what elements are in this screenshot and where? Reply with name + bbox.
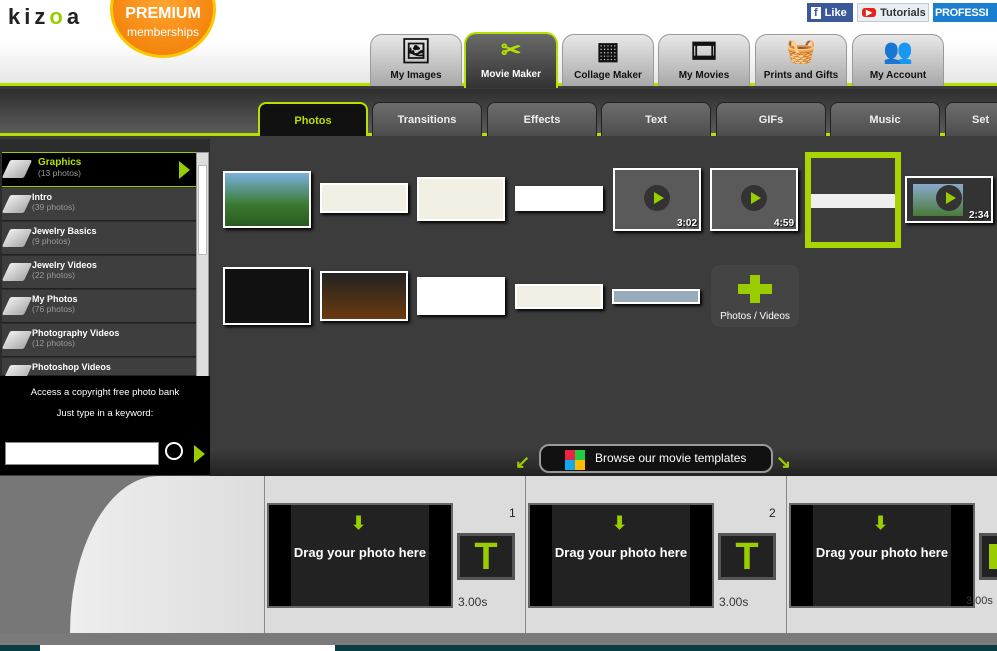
photo-thumbnail[interactable] — [515, 186, 603, 211]
slot-duration[interactable]: 3.00s — [966, 595, 993, 607]
premium-badge[interactable]: PREMIUM memberships — [110, 0, 216, 58]
tab-prints-and-gifts[interactable]: 🧺 Prints and Gifts — [755, 34, 847, 86]
search-icon[interactable] — [165, 442, 183, 460]
facebook-like-button[interactable]: f Like — [807, 3, 853, 22]
play-icon — [644, 184, 670, 211]
video-thumbnail[interactable]: 4:59 — [710, 168, 798, 231]
tab-movie-maker[interactable]: ✂ Movie Maker — [464, 32, 558, 88]
text-t-icon — [989, 544, 997, 569]
photo-thumbnail[interactable] — [320, 183, 408, 213]
tab-text[interactable]: Text — [601, 102, 711, 136]
arrow-down-icon: ⬇ — [612, 513, 628, 533]
basket-icon: 🧺 — [786, 38, 816, 65]
youtube-icon: ▶ — [862, 8, 877, 17]
album-scrollbar[interactable] — [196, 152, 209, 377]
video-thumbnail[interactable]: 2:34 — [905, 176, 993, 223]
tab-photos[interactable]: Photos — [258, 102, 368, 136]
timeline: ⬇ Drag your photo here 1 T 3.00s ⬇ Drag yo… — [0, 476, 997, 633]
slot-number: 2 — [769, 506, 776, 520]
users-icon: 👥 — [883, 38, 913, 65]
arrow-left-icon: ↙ — [515, 452, 531, 472]
film-icon: 🎞 — [688, 38, 720, 65]
text-button[interactable]: T — [457, 533, 515, 580]
photo-thumbnail[interactable] — [320, 271, 408, 321]
album-icon — [1, 297, 33, 315]
selected-photo-thumbnail[interactable] — [805, 152, 901, 248]
tab-gifs[interactable]: GIFs — [716, 102, 826, 136]
professional-button[interactable]: PROFESSI — [933, 3, 997, 22]
arrow-down-icon: ⬇ — [351, 513, 367, 533]
tab-collage-maker[interactable]: ▦ Collage Maker — [562, 34, 654, 86]
divider — [786, 476, 787, 633]
templates-icon — [565, 450, 585, 470]
video-thumbnail[interactable]: 3:02 — [613, 168, 701, 231]
album-icon — [1, 160, 33, 178]
tab-my-images[interactable]: 🖼 My Images — [370, 34, 462, 86]
album-item[interactable]: Photoshop Videos — [1, 358, 196, 383]
premium-title: PREMIUM — [125, 5, 201, 22]
photo-drop-slot[interactable]: ⬇ Drag your photo here — [267, 503, 453, 608]
divider — [264, 476, 265, 633]
facebook-icon: f — [811, 6, 821, 19]
tab-effects[interactable]: Effects — [487, 102, 597, 136]
go-arrow-icon[interactable] — [194, 445, 205, 463]
slot-duration[interactable]: 3.00s — [719, 595, 748, 609]
photo-thumbnail[interactable] — [223, 267, 311, 325]
tab-settings[interactable]: Set — [945, 102, 997, 136]
photo-drop-slot[interactable]: ⬇ Drag your photo here — [789, 503, 975, 608]
album-icon — [1, 229, 33, 247]
album-item[interactable]: Jewelry Basics (9 photos) — [1, 222, 196, 255]
album-item[interactable]: Jewelry Videos (22 photos) — [1, 256, 196, 289]
tab-my-account[interactable]: 👥 My Account — [852, 34, 944, 86]
sub-tab-bar: Photos Transitions Effects Text GIFs Mus… — [0, 89, 997, 136]
album-item[interactable]: My Photos (76 photos) — [1, 290, 196, 323]
photo-thumbnail[interactable] — [612, 289, 700, 304]
tutorials-button[interactable]: ▶ Tutorials — [857, 3, 929, 22]
video-duration: 3:02 — [676, 218, 697, 229]
album-item[interactable]: Photography Videos (12 photos) — [1, 324, 196, 357]
keyword-search-input[interactable] — [5, 442, 159, 465]
kizoa-logo[interactable]: kizoa — [8, 4, 83, 30]
arrow-right-icon — [179, 161, 190, 179]
collage-icon: ▦ — [596, 38, 620, 65]
tab-music[interactable]: Music — [830, 102, 940, 136]
browse-templates-button[interactable]: Browse our movie templates — [539, 444, 773, 473]
scrollbar-thumb[interactable] — [198, 165, 207, 255]
images-icon: 🖼 — [400, 38, 432, 65]
photo-drop-slot[interactable]: ⬇ Drag your photo here — [528, 503, 714, 608]
album-item[interactable]: Intro (39 photos) — [1, 188, 196, 221]
play-icon — [936, 184, 962, 211]
play-icon — [741, 184, 767, 211]
photo-thumbnail[interactable] — [223, 171, 311, 228]
tab-my-movies[interactable]: 🎞 My Movies — [658, 34, 750, 86]
photo-thumbnail[interactable] — [417, 277, 505, 315]
text-button[interactable]: T — [718, 533, 776, 580]
scissors-film-icon: ✂ — [500, 37, 522, 64]
text-button[interactable] — [979, 533, 997, 580]
video-duration: 4:59 — [773, 218, 794, 229]
plus-icon — [738, 275, 772, 303]
photo-bank: Access a copyright free photo bank Just … — [0, 376, 210, 475]
tab-transitions[interactable]: Transitions — [372, 102, 482, 136]
album-icon — [1, 331, 33, 349]
arrow-down-icon: ⬇ — [873, 513, 889, 533]
premium-subtitle: memberships — [126, 25, 200, 39]
arrow-right-icon: ↘ — [776, 452, 792, 472]
photo-thumbnail[interactable] — [417, 177, 505, 221]
divider — [525, 476, 526, 633]
slot-duration[interactable]: 3.00s — [458, 595, 487, 609]
album-item[interactable]: Graphics (13 photos) — [1, 152, 196, 187]
album-panel: Graphics (13 photos) Intro (39 photos) Jew… — [0, 139, 210, 475]
album-icon — [1, 263, 33, 281]
slot-number: 1 — [509, 506, 516, 520]
timeline-scrollbar[interactable] — [0, 633, 997, 645]
photo-bank-prompt: Just type in a keyword: — [56, 408, 154, 419]
photo-thumbnail[interactable] — [515, 284, 603, 309]
album-icon — [1, 195, 33, 213]
add-photos-videos-button[interactable]: Photos / Videos — [711, 265, 799, 327]
video-duration: 2:34 — [968, 210, 989, 221]
photo-bank-text: Access a copyright free photo bank — [30, 387, 180, 398]
